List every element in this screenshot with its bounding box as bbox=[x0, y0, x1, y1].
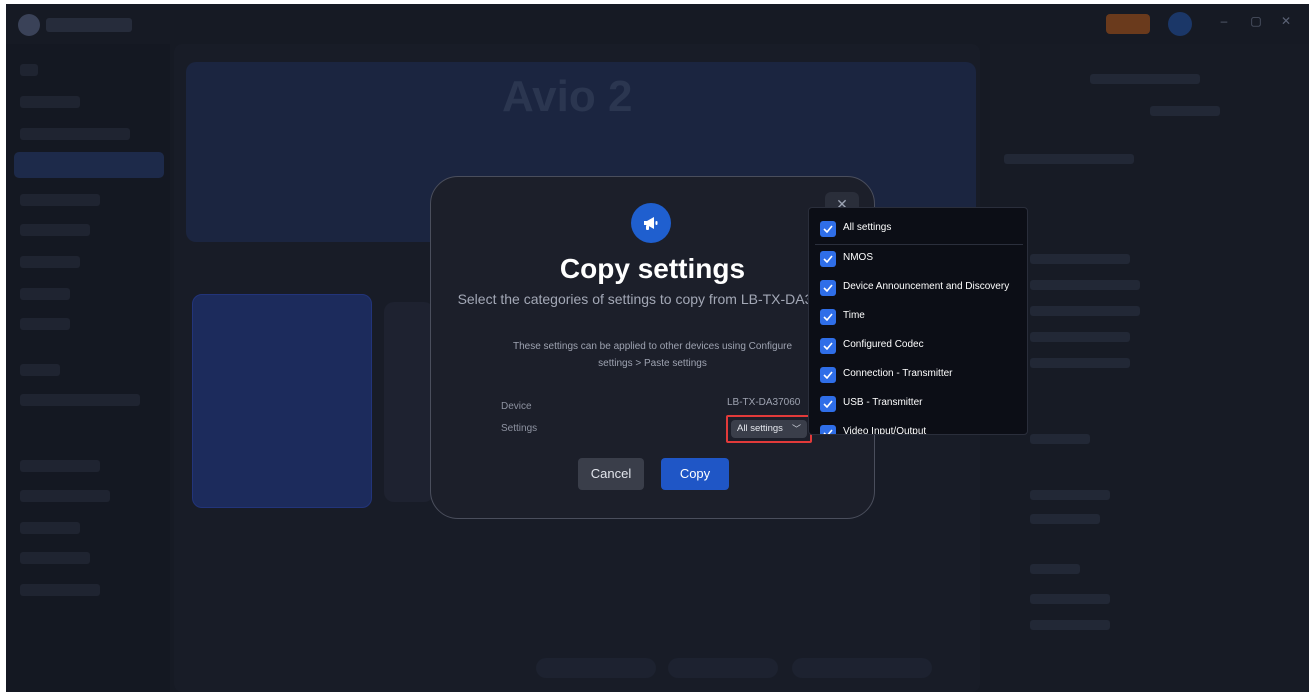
chevron-down-icon: ﹀ bbox=[791, 424, 801, 434]
sidebar-item[interactable] bbox=[20, 394, 140, 406]
menu-item-usb-transmitter[interactable]: USB - Transmitter bbox=[809, 389, 1027, 418]
app-logo-text bbox=[46, 18, 132, 32]
menu-item-device-announcement[interactable]: Device Announcement and Discovery bbox=[809, 273, 1027, 302]
dialog-subtitle: Select the categories of settings to cop… bbox=[457, 291, 848, 307]
close-window-button[interactable]: ✕ bbox=[1276, 14, 1296, 28]
menu-item-label: Configured Codec bbox=[843, 339, 924, 350]
checkbox-checked-icon[interactable] bbox=[820, 338, 836, 354]
menu-item-label: USB - Transmitter bbox=[843, 397, 923, 408]
dialog-note: These settings can be applied to other d… bbox=[512, 341, 793, 369]
right-panel-line bbox=[1030, 280, 1140, 290]
right-panel-line bbox=[1030, 490, 1110, 500]
sidebar-item[interactable] bbox=[20, 552, 90, 564]
right-panel-line bbox=[1030, 564, 1080, 574]
sidebar-item[interactable] bbox=[20, 128, 130, 140]
settings-dropdown[interactable]: All settings ﹀ bbox=[726, 415, 812, 443]
restore-button[interactable]: ▢ bbox=[1246, 14, 1266, 28]
bottom-control[interactable] bbox=[668, 658, 778, 678]
menu-item-label: Device Announcement and Discovery bbox=[843, 281, 1010, 292]
hero-title: Avio 2 bbox=[502, 72, 633, 121]
sidebar-item[interactable] bbox=[20, 490, 110, 502]
sidebar-item[interactable] bbox=[20, 224, 90, 236]
right-panel-line bbox=[1030, 358, 1130, 368]
checkbox-checked-icon[interactable] bbox=[820, 251, 836, 267]
right-panel-line bbox=[1030, 594, 1110, 604]
device-value: LB-TX-DA37060 bbox=[727, 397, 801, 408]
right-panel-line bbox=[1150, 106, 1220, 116]
bottom-control[interactable] bbox=[536, 658, 656, 678]
settings-dropdown-value: All settings bbox=[737, 423, 783, 434]
sidebar-item[interactable] bbox=[20, 256, 80, 268]
right-panel-line bbox=[1004, 154, 1134, 164]
megaphone-icon bbox=[631, 203, 671, 243]
checkbox-checked-icon[interactable] bbox=[820, 221, 836, 237]
checkbox-checked-icon[interactable] bbox=[820, 396, 836, 412]
right-panel-line bbox=[1030, 620, 1110, 630]
checkbox-checked-icon[interactable] bbox=[820, 280, 836, 296]
sidebar-item[interactable] bbox=[20, 364, 60, 376]
minimize-button[interactable]: – bbox=[1214, 14, 1234, 28]
sidebar-item[interactable] bbox=[20, 584, 100, 596]
title-bar: – ▢ ✕ bbox=[6, 4, 1309, 44]
cancel-button[interactable]: Cancel bbox=[578, 458, 644, 490]
menu-item-all-settings[interactable]: All settings bbox=[809, 214, 1027, 243]
right-panel-line bbox=[1030, 332, 1130, 342]
settings-label: Settings bbox=[501, 423, 538, 434]
menu-item-label: Video Input/Output bbox=[843, 426, 927, 435]
right-panel-line bbox=[1030, 434, 1090, 444]
menu-item-label: All settings bbox=[843, 222, 892, 233]
device-card[interactable] bbox=[192, 294, 372, 508]
sidebar-item[interactable] bbox=[20, 288, 70, 300]
sidebar-item[interactable] bbox=[20, 460, 100, 472]
settings-dropdown-button[interactable]: All settings ﹀ bbox=[731, 420, 807, 438]
menu-item-time[interactable]: Time bbox=[809, 302, 1027, 331]
right-panel-line bbox=[1030, 254, 1130, 264]
bottom-control[interactable] bbox=[792, 658, 932, 678]
sidebar-item[interactable] bbox=[20, 318, 70, 330]
device-card[interactable] bbox=[384, 302, 434, 502]
device-label: Device bbox=[501, 401, 532, 412]
sidebar-item[interactable] bbox=[20, 194, 100, 206]
avatar[interactable] bbox=[1168, 12, 1192, 36]
right-panel-line bbox=[1030, 306, 1140, 316]
menu-item-label: Connection - Transmitter bbox=[843, 368, 953, 379]
right-panel-line bbox=[1090, 74, 1200, 84]
menu-item-label: Time bbox=[843, 310, 865, 321]
settings-category-menu: All settings NMOS Device Announcement an… bbox=[808, 207, 1028, 435]
right-panel-line bbox=[1030, 514, 1100, 524]
checkbox-checked-icon[interactable] bbox=[820, 367, 836, 383]
right-panel bbox=[990, 44, 1309, 692]
sidebar bbox=[6, 44, 170, 692]
menu-item-nmos[interactable]: NMOS bbox=[809, 244, 1027, 273]
menu-item-configured-codec[interactable]: Configured Codec bbox=[809, 331, 1027, 360]
menu-item-label: NMOS bbox=[843, 252, 873, 263]
status-badge[interactable] bbox=[1106, 14, 1150, 34]
app-logo bbox=[18, 14, 40, 36]
copy-button[interactable]: Copy bbox=[661, 458, 729, 490]
sidebar-item[interactable] bbox=[20, 64, 38, 76]
menu-item-video-input-output[interactable]: Video Input/Output bbox=[809, 418, 1027, 435]
menu-item-connection-transmitter[interactable]: Connection - Transmitter bbox=[809, 360, 1027, 389]
sidebar-item-active[interactable] bbox=[14, 152, 164, 178]
sidebar-item[interactable] bbox=[20, 96, 80, 108]
checkbox-checked-icon[interactable] bbox=[820, 309, 836, 325]
checkbox-checked-icon[interactable] bbox=[820, 425, 836, 434]
sidebar-item[interactable] bbox=[20, 522, 80, 534]
